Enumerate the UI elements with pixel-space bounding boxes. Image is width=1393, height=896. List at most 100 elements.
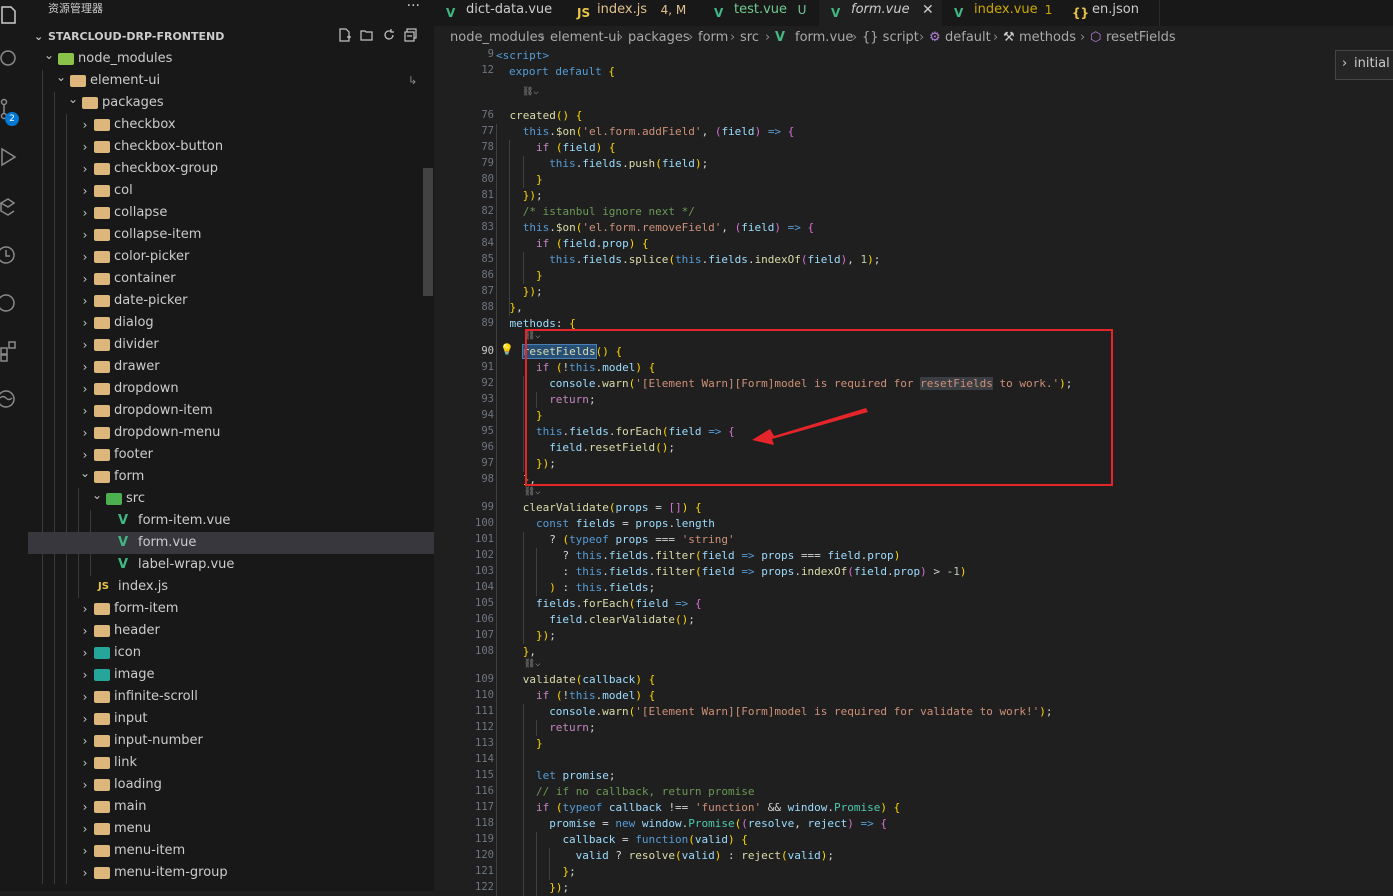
sidebar-scrollbar[interactable] <box>423 168 433 296</box>
tree-item[interactable]: ⌄ element-ui ↳ <box>28 70 434 92</box>
timeline-icon[interactable] <box>0 244 22 266</box>
chevron-right-icon[interactable]: › <box>78 224 92 246</box>
chevron-right-icon[interactable]: › <box>78 664 92 686</box>
chevron-right-icon[interactable]: › <box>78 334 92 356</box>
vue-file-icon: V <box>118 535 129 550</box>
tree-item[interactable]: › menu <box>28 818 434 840</box>
chevron-right-icon[interactable]: › <box>78 202 92 224</box>
chevron-right-icon[interactable]: › <box>78 708 92 730</box>
chevron-right-icon[interactable]: › <box>78 774 92 796</box>
tree-item[interactable]: Vlabel-wrap.vue <box>28 554 434 576</box>
tree-item[interactable]: › menu-item-group <box>28 862 434 884</box>
chevron-right-icon[interactable]: › <box>78 620 92 642</box>
tree-item[interactable]: › main <box>28 796 434 818</box>
tree-item[interactable]: › checkbox-group <box>28 158 434 180</box>
chevron-right-icon[interactable]: › <box>78 378 92 400</box>
tree-item[interactable]: JS index.js <box>28 576 434 598</box>
tree-item[interactable]: › menu-item <box>28 840 434 862</box>
tree-item[interactable]: › dialog <box>28 312 434 334</box>
tree-item-label: menu-item <box>114 843 186 858</box>
chevron-right-icon[interactable]: › <box>78 686 92 708</box>
tree-item[interactable]: ⌄ form <box>28 466 434 488</box>
chevron-right-icon[interactable]: › <box>78 114 92 136</box>
tree-item[interactable]: › form-item <box>28 598 434 620</box>
chevron-right-icon[interactable]: › <box>78 312 92 334</box>
tree-item[interactable]: › loading <box>28 774 434 796</box>
tree-item[interactable]: › checkbox <box>28 114 434 136</box>
chevron-down-icon[interactable]: ⌄ <box>78 462 92 484</box>
folder-icon <box>94 405 110 417</box>
tree-item[interactable]: ⌄ packages <box>28 92 434 114</box>
chevron-right-icon[interactable]: › <box>78 796 92 818</box>
tree-item[interactable]: › link <box>28 752 434 774</box>
chevron-right-icon[interactable]: › <box>78 752 92 774</box>
indent-guide <box>66 246 67 268</box>
run-debug-icon[interactable] <box>0 146 22 168</box>
new-folder-icon[interactable] <box>360 28 374 42</box>
chevron-right-icon[interactable]: › <box>78 246 92 268</box>
tree-item[interactable]: › collapse-item <box>28 224 434 246</box>
chevron-right-icon[interactable]: › <box>78 730 92 752</box>
tree-item-label: checkbox <box>114 117 176 132</box>
tree-item[interactable]: ⌄ src <box>28 488 434 510</box>
tree-item[interactable]: › input-number <box>28 730 434 752</box>
tree-item[interactable]: › drawer <box>28 356 434 378</box>
chevron-right-icon[interactable]: › <box>78 180 92 202</box>
tree-item[interactable]: › dropdown <box>28 378 434 400</box>
chevron-right-icon[interactable]: › <box>78 422 92 444</box>
chevron-right-icon[interactable]: › <box>78 158 92 180</box>
tree-item[interactable]: › image <box>28 664 434 686</box>
chevron-right-icon[interactable]: › <box>78 268 92 290</box>
workspace-root-header[interactable]: ⌄ STARCLOUD-DRP-FRONTEND <box>28 26 434 48</box>
chevron-right-icon[interactable]: › <box>78 290 92 312</box>
tree-item[interactable]: ⌄ node_modules <box>28 48 434 70</box>
tree-item[interactable]: › header <box>28 620 434 642</box>
indent-guide <box>42 576 43 598</box>
tree-item[interactable]: › divider <box>28 334 434 356</box>
new-file-icon[interactable] <box>338 28 352 42</box>
search-icon[interactable] <box>0 48 22 70</box>
tree-item[interactable]: › col <box>28 180 434 202</box>
indent-guide <box>78 554 79 576</box>
blocks-icon[interactable] <box>0 340 22 362</box>
chevron-right-icon[interactable]: › <box>78 818 92 840</box>
indent-guide <box>66 444 67 466</box>
chevron-right-icon[interactable]: › <box>78 400 92 422</box>
remote-icon[interactable] <box>0 292 22 314</box>
indent-guide <box>42 708 43 730</box>
chevron-right-icon[interactable]: › <box>78 356 92 378</box>
wave-icon[interactable] <box>0 388 22 410</box>
indent-guide <box>42 92 43 114</box>
chevron-right-icon[interactable]: › <box>78 136 92 158</box>
tree-item[interactable]: › infinite-scroll <box>28 686 434 708</box>
chevron-down-icon[interactable]: ⌄ <box>42 44 56 66</box>
indent-guide <box>54 400 55 422</box>
chevron-down-icon[interactable]: ⌄ <box>90 484 104 506</box>
chevron-right-icon[interactable]: › <box>78 642 92 664</box>
chevron-down-icon[interactable]: ⌄ <box>66 88 80 110</box>
chevron-right-icon[interactable]: › <box>78 862 92 884</box>
tree-item[interactable]: › dropdown-menu <box>28 422 434 444</box>
refresh-icon[interactable] <box>382 28 396 42</box>
chevron-down-icon[interactable]: ⌄ <box>54 66 68 88</box>
tree-item[interactable]: › checkbox-button <box>28 136 434 158</box>
indent-guide <box>42 400 43 422</box>
explorer-icon[interactable] <box>0 4 22 26</box>
indent-guide <box>42 224 43 246</box>
collapse-all-icon[interactable] <box>404 28 418 42</box>
tree-item[interactable]: Vform.vue <box>28 532 434 554</box>
tree-item[interactable]: Vform-item.vue <box>28 510 434 532</box>
tree-item[interactable]: › color-picker <box>28 246 434 268</box>
tree-item[interactable]: › collapse <box>28 202 434 224</box>
tree-item[interactable]: › icon <box>28 642 434 664</box>
extensions-icon[interactable] <box>0 196 22 218</box>
indent-guide <box>54 290 55 312</box>
chevron-right-icon[interactable]: › <box>78 840 92 862</box>
folder-icon <box>94 449 110 461</box>
tree-item[interactable]: › container <box>28 268 434 290</box>
more-actions-button[interactable]: ··· <box>407 0 420 14</box>
chevron-right-icon[interactable]: › <box>78 598 92 620</box>
tree-item[interactable]: › input <box>28 708 434 730</box>
tree-item[interactable]: › dropdown-item <box>28 400 434 422</box>
tree-item[interactable]: › date-picker <box>28 290 434 312</box>
